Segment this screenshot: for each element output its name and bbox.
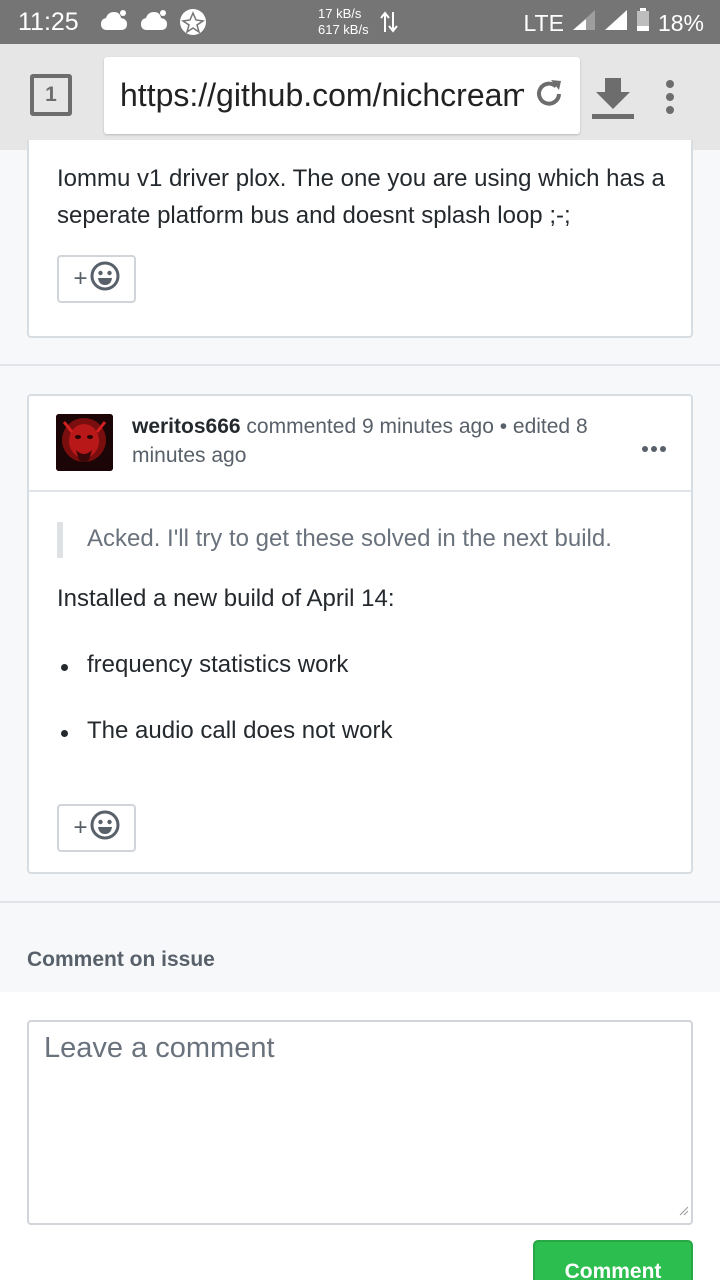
speed-up: 17 kB/s [318, 6, 362, 21]
smiley-icon [90, 261, 120, 298]
comment-card: weritos666 commented 9 minutes ago • edi… [27, 394, 693, 874]
address-bar[interactable]: https://github.com/nichcream [104, 57, 580, 134]
status-time: 11:25 [18, 8, 79, 36]
compose-area: Leave a comment Comment [0, 992, 720, 1280]
avatar[interactable] [56, 414, 113, 471]
add-reaction-button[interactable]: + [57, 804, 136, 852]
comment-card-previous: Iommu v1 driver plox. The one you are us… [27, 140, 693, 338]
smiley-icon [90, 810, 120, 847]
timeline-divider [0, 364, 720, 366]
kebab-menu-icon[interactable] [641, 440, 667, 458]
comment-author[interactable]: weritos666 [132, 415, 241, 438]
cloud-upload-icon [100, 8, 128, 39]
battery-level: 18% [657, 9, 704, 36]
comment-placeholder[interactable]: Leave a comment [44, 1032, 275, 1065]
comment-meta: weritos666 commented 9 minutes ago • edi… [132, 412, 622, 470]
reload-icon[interactable] [532, 77, 566, 116]
resize-grip-icon[interactable] [679, 1203, 689, 1221]
plus-label: + [73, 814, 88, 841]
status-bar: 11:25 17 kB/s 617 kB/s LTE 18% [0, 0, 720, 44]
timeline-divider [0, 901, 720, 903]
cloud-sync-icon [140, 8, 168, 39]
plus-label: + [73, 265, 88, 292]
speed-down: 617 kB/s [318, 22, 369, 37]
list-item: frequency statistics work [60, 651, 349, 678]
battery-icon [636, 8, 650, 38]
overflow-menu-icon[interactable] [664, 80, 676, 119]
signal-icon [572, 9, 596, 37]
tab-switcher-button[interactable]: 1 [30, 74, 72, 116]
signal-icon-2 [604, 9, 628, 37]
network-type: LTE [523, 9, 564, 36]
url-text[interactable]: https://github.com/nichcream [120, 77, 524, 114]
data-transfer-icon [380, 10, 398, 39]
app-notification-icon [179, 8, 207, 41]
status-right: LTE 18% [523, 8, 704, 38]
comment-section-title: Comment on issue [27, 948, 215, 971]
card-header-divider [29, 490, 691, 492]
comment-body: Iommu v1 driver plox. The one you are us… [57, 165, 665, 229]
add-reaction-button[interactable]: + [57, 255, 136, 303]
list-item: The audio call does not work [61, 717, 393, 744]
quoted-reply: Acked. I'll try to get these solved in t… [57, 522, 612, 558]
network-speed: 17 kB/s 617 kB/s [318, 6, 369, 38]
page-content: Iommu v1 driver plox. The one you are us… [0, 140, 720, 1280]
comment-paragraph: Installed a new build of April 14: [57, 585, 395, 612]
comment-textarea[interactable]: Leave a comment [27, 1020, 693, 1225]
submit-comment-button[interactable]: Comment [533, 1240, 693, 1280]
browser-toolbar: 1 https://github.com/nichcream [0, 44, 720, 150]
download-icon[interactable] [590, 76, 636, 125]
